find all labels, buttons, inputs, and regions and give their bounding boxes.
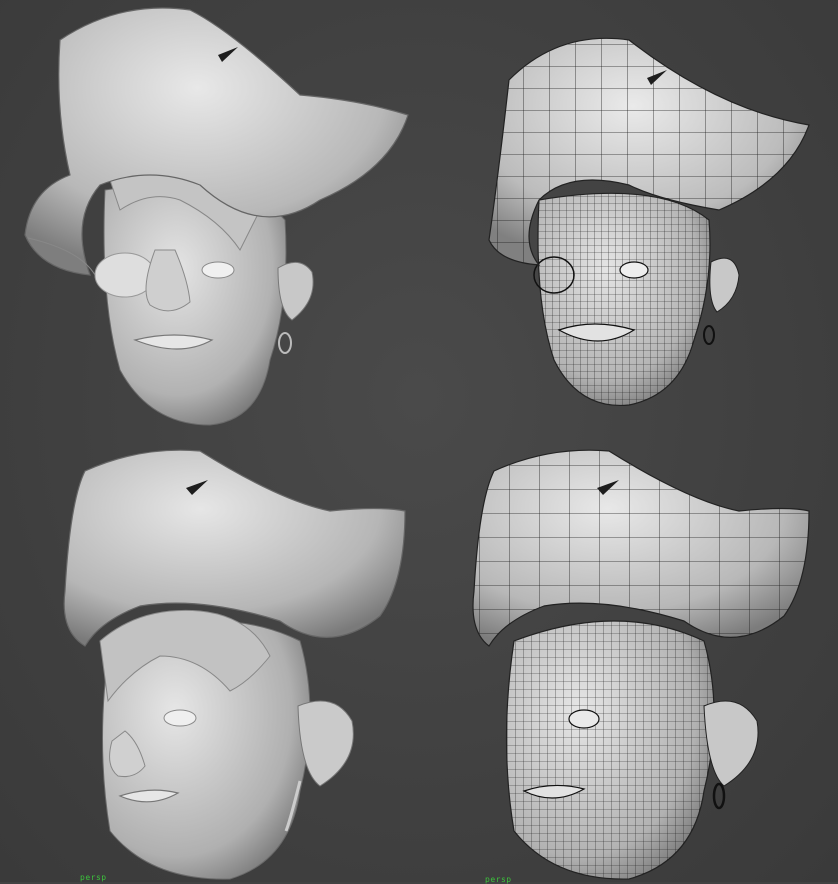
pirate-head-model[interactable] — [0, 0, 419, 441]
eye-shape — [568, 709, 600, 729]
face-mesh — [538, 193, 710, 406]
earring-icon — [278, 332, 292, 354]
face-shape — [103, 183, 287, 426]
ear-shape — [297, 700, 354, 787]
earring-icon — [703, 325, 715, 345]
ear-shape — [277, 261, 314, 321]
ear-shape — [703, 700, 759, 787]
viewport-bottom-right[interactable]: persp — [419, 441, 838, 884]
viewport-bottom-left[interactable]: persp — [0, 441, 419, 882]
pirate-head-wireframe[interactable] — [419, 0, 838, 441]
eye-shape — [163, 709, 197, 727]
pirate-head-wireframe-angled[interactable] — [419, 441, 838, 882]
viewport-grid[interactable]: persp persp — [0, 0, 838, 884]
earring-icon — [712, 782, 726, 810]
camera-label: persp — [80, 873, 107, 882]
eye-shape — [619, 261, 649, 279]
pirate-head-model-angled[interactable] — [0, 441, 419, 882]
face-mesh — [506, 621, 714, 880]
eye-shape — [201, 261, 235, 279]
camera-label: persp — [485, 875, 512, 884]
ear-shape — [709, 257, 740, 313]
viewport-top-right[interactable] — [419, 0, 838, 441]
hat-shape — [63, 449, 406, 647]
viewport-top-left[interactable] — [0, 0, 419, 441]
